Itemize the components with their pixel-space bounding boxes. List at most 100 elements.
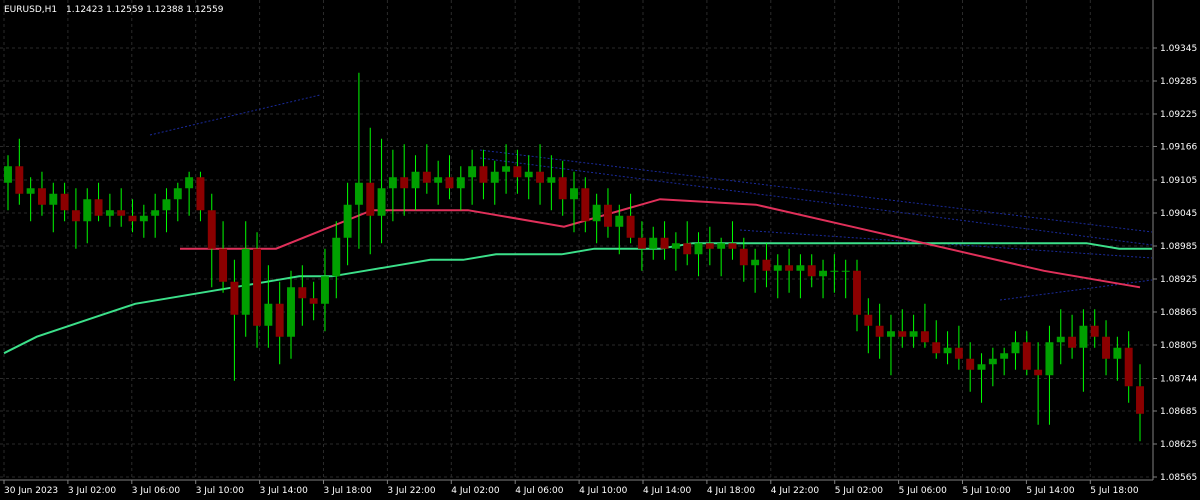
candle-bull (1045, 342, 1054, 376)
candle-bear (128, 215, 137, 222)
y-tick-label: 1.08565 (1160, 473, 1197, 483)
x-tick-label: 3 Jul 14:00 (260, 486, 309, 496)
x-tick-label: 5 Jul 18:00 (1090, 486, 1139, 496)
candle-bull (377, 188, 386, 216)
candle-bear (479, 166, 488, 183)
candle-bull (105, 210, 114, 216)
candle-bear (1034, 369, 1043, 376)
candle-bull (139, 215, 148, 222)
symbol-label: EURUSD,H1 1.12423 1.12559 1.12388 1.1255… (4, 5, 224, 15)
candle-bull (185, 177, 194, 189)
x-tick-label: 5 Jul 14:00 (1026, 486, 1075, 496)
candle-bear (785, 265, 794, 271)
price-chart[interactable]: 1.09345 1.09285 1.09225 1.09166 1.09105 1.090… (0, 0, 1200, 500)
candle-bull (490, 171, 499, 183)
ohlc-text: 1.12423 1.12559 1.12388 1.12559 (66, 5, 224, 15)
candle-bear (728, 243, 737, 249)
x-tick-label: 4 Jul 06:00 (515, 486, 564, 496)
y-tick-label: 1.08625 (1160, 440, 1197, 450)
x-tick-label: 3 Jul 02:00 (68, 486, 117, 496)
candle-bear (954, 347, 963, 359)
y-tick-label: 1.08685 (1160, 407, 1197, 417)
y-tick-label: 1.08925 (1160, 275, 1197, 285)
candle-bear (898, 331, 907, 337)
candle-bear (1102, 336, 1111, 359)
candle-bull (1113, 347, 1122, 359)
candle-bull (988, 358, 997, 365)
x-tick-label: 4 Jul 18:00 (707, 486, 756, 496)
candle-bear (117, 210, 126, 216)
candle-bull (796, 265, 805, 271)
y-tick-label: 1.09345 (1160, 44, 1197, 54)
candle-bull (49, 193, 58, 205)
candle-bull (343, 204, 352, 238)
y-tick-label: 1.08985 (1160, 242, 1197, 252)
symbol-text: EURUSD,H1 (4, 5, 57, 15)
candle-bull (26, 188, 35, 194)
candle-bull (977, 364, 986, 370)
candle-bull (773, 265, 782, 271)
candle-bull (151, 210, 160, 216)
candle-bear (445, 177, 454, 189)
candle-bear (637, 237, 646, 249)
candle-bear (275, 303, 284, 337)
candle-bull (1011, 342, 1020, 354)
x-tick-label: 5 Jul 02:00 (835, 486, 884, 496)
candle-bull (592, 204, 601, 222)
candle-bull (468, 166, 477, 178)
y-tick-label: 1.09285 (1160, 77, 1197, 87)
candle-bull (264, 303, 273, 326)
candle-bear (581, 188, 590, 222)
candle-bear (400, 177, 409, 189)
candle-bear (626, 215, 635, 238)
candle-bear (739, 248, 748, 266)
candle-bear (603, 204, 612, 227)
candle-bear (1136, 386, 1144, 414)
x-tick-label: 4 Jul 10:00 (579, 486, 628, 496)
y-tick-label: 1.09105 (1160, 176, 1197, 186)
candle-bull (570, 188, 578, 200)
x-tick-label: 3 Jul 10:00 (196, 486, 245, 496)
candle-bear (853, 270, 861, 315)
candle-bull (751, 259, 760, 266)
candle-bear (230, 281, 239, 315)
candle-bull (649, 237, 658, 249)
candle-bear (807, 265, 816, 277)
candle-bull (547, 177, 556, 183)
candle-bull (287, 287, 295, 337)
candle-bear (71, 210, 80, 222)
candle-bull (456, 177, 465, 189)
candle-bear (1022, 342, 1031, 370)
candle-bear (207, 210, 216, 249)
candle-bear (94, 199, 103, 216)
candle-bear (1068, 336, 1077, 348)
candle-bear (932, 342, 941, 354)
y-tick-label: 1.09166 (1160, 142, 1197, 152)
candle-bull (943, 347, 952, 354)
candle-bull (819, 270, 828, 277)
candle-bear (762, 259, 771, 271)
candle-bull (388, 177, 397, 189)
x-tick-label: 3 Jul 22:00 (387, 486, 436, 496)
candle-bull (830, 270, 839, 272)
candle-bear (219, 248, 228, 282)
candle-bear (966, 358, 975, 370)
candle-bull (694, 243, 703, 255)
candle-bear (920, 331, 929, 343)
candle-bull (173, 188, 182, 200)
x-tick-label: 5 Jul 10:00 (963, 486, 1012, 496)
candle-bull (524, 171, 533, 178)
candle-bear (705, 243, 714, 249)
x-tick-label: 4 Jul 22:00 (771, 486, 820, 496)
candle-bear (536, 171, 545, 183)
x-tick-label: 3 Jul 06:00 (132, 486, 181, 496)
candle-bull (162, 199, 171, 211)
candle-bear (253, 248, 262, 326)
x-tick-label: 30 Jun 2023 (4, 486, 58, 496)
candle-bull (332, 237, 341, 277)
candle-bear (875, 325, 884, 337)
candle-bull (241, 248, 250, 315)
candle-bear (60, 193, 69, 211)
x-tick-label: 3 Jul 18:00 (324, 486, 373, 496)
candle-bull (717, 243, 726, 249)
